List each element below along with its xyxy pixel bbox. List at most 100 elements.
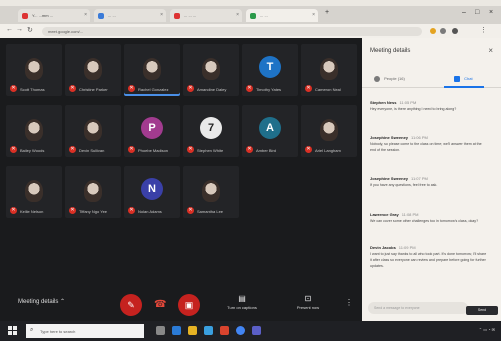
- participant-name: Scott Thomas: [20, 87, 45, 92]
- participant-name: Amandine Daley: [197, 87, 227, 92]
- active-tab-indicator: [444, 86, 484, 88]
- mic-off-button[interactable]: ✎: [120, 294, 142, 316]
- participant-tile[interactable]: ✕ Samantha Lee: [183, 166, 239, 218]
- panel-title: Meeting details: [370, 48, 411, 54]
- taskbar-search-input[interactable]: ⌕ Type here to search: [26, 324, 144, 338]
- participant-tile[interactable]: ✕ Kellie Nelson: [6, 166, 62, 218]
- extension-icon[interactable]: [430, 28, 436, 34]
- close-tab-icon[interactable]: ×: [236, 12, 239, 18]
- participant-tile[interactable]: A ✕ Amber Bird: [242, 105, 298, 157]
- new-tab-icon[interactable]: +: [325, 9, 329, 16]
- participant-video: [25, 119, 43, 141]
- participant-video: [25, 180, 43, 202]
- captions-button[interactable]: ▤ Turn on captions: [222, 294, 262, 310]
- chat-input[interactable]: Send a message to everyone: [368, 302, 468, 314]
- tab-people[interactable]: People (16): [374, 76, 405, 82]
- extension-icon[interactable]: [440, 28, 446, 34]
- participant-name: Nolan Adams: [138, 209, 162, 214]
- mic-muted-icon: ✕: [305, 146, 312, 153]
- author-name: Lawrence Gray: [370, 212, 399, 217]
- minimize-icon[interactable]: –: [462, 9, 466, 16]
- office-icon[interactable]: [220, 326, 229, 335]
- participant-tile[interactable]: T ✕ Timothy Yates: [242, 44, 298, 96]
- edge-icon[interactable]: [172, 326, 181, 335]
- message-author: Josephine Sweeney 11:07 PM: [370, 176, 488, 181]
- participant-name: Tiffany Ngo Yee: [79, 209, 108, 214]
- present-button[interactable]: ⊡ Present now: [288, 294, 328, 310]
- tab-favicon-icon: [250, 13, 256, 19]
- participant-tile[interactable]: N ✕ Nolan Adams: [124, 166, 180, 218]
- windows-taskbar: ⌕ Type here to search ⌃ ▭ ◔ ✉: [0, 321, 501, 341]
- reload-icon[interactable]: ↻: [27, 26, 33, 34]
- maximize-icon[interactable]: □: [475, 9, 479, 16]
- send-button[interactable]: Send: [466, 306, 498, 315]
- participant-name: Ariel Langham: [315, 148, 341, 153]
- teams-icon[interactable]: [252, 326, 261, 335]
- participant-tile[interactable]: ✕ Tiffany Ngo Yee: [65, 166, 121, 218]
- forward-icon[interactable]: →: [16, 26, 23, 33]
- tab-chat-label: Chat: [464, 76, 473, 82]
- browser-menu-icon[interactable]: ⋮: [480, 26, 487, 34]
- tab-title: ... ...: [260, 13, 268, 18]
- meeting-details-button[interactable]: Meeting details ⌃: [18, 298, 65, 305]
- file-explorer-icon[interactable]: [188, 326, 197, 335]
- captions-label: Turn on captions: [227, 305, 257, 310]
- more-options-icon[interactable]: ⋮: [345, 298, 353, 307]
- participant-tile[interactable]: ✕ Scott Thomas: [6, 44, 62, 96]
- close-tab-icon[interactable]: ×: [84, 12, 87, 18]
- participant-avatar: A: [259, 117, 281, 139]
- chat-icon: [454, 76, 460, 82]
- close-tab-icon[interactable]: ×: [312, 12, 315, 18]
- mic-muted-icon: ✕: [69, 85, 76, 92]
- phone-hangup-icon: ☎: [154, 299, 167, 310]
- participant-tile[interactable]: 7 ✕ Stephen White: [183, 105, 239, 157]
- message-time: 11:07 PM: [411, 176, 428, 181]
- participant-tile[interactable]: ✕ Devin Sullivan: [65, 105, 121, 157]
- mic-muted-icon: ✕: [128, 85, 135, 92]
- browser-tab[interactable]: Y... ...mm ... ×: [18, 9, 90, 22]
- message-author: Josephine Sweeney 11:06 PM: [370, 135, 488, 140]
- panel-tabs: People (16) Chat: [362, 70, 501, 88]
- url-field[interactable]: meet.google.com/...: [42, 27, 422, 36]
- participant-name: Amber Bird: [256, 148, 277, 153]
- close-window-icon[interactable]: ×: [489, 9, 493, 16]
- participant-tile[interactable]: ✕ Christine Parker: [65, 44, 121, 96]
- mic-muted-icon: ✕: [69, 146, 76, 153]
- participant-tile[interactable]: P ✕ Phoebe Madison: [124, 105, 180, 157]
- participant-name: Bailey Woods: [20, 148, 45, 153]
- camera-off-button[interactable]: ▣: [178, 294, 200, 316]
- close-icon[interactable]: ×: [488, 46, 493, 55]
- browser-tab[interactable]: ... ... ... ×: [170, 9, 242, 22]
- back-icon[interactable]: ←: [6, 26, 13, 33]
- people-icon: [374, 76, 380, 82]
- end-call-button[interactable]: ☎: [154, 299, 166, 310]
- tab-favicon-icon: [22, 13, 28, 19]
- mic-muted-icon: ✕: [10, 85, 17, 92]
- participant-tile[interactable]: ✕ Amandine Daley: [183, 44, 239, 96]
- browser-tab[interactable]: ... ... ×: [94, 9, 166, 22]
- participant-tile[interactable]: ✕ Ariel Langham: [301, 105, 357, 157]
- message-author: Stephen Ness 11:05 PM: [370, 100, 488, 105]
- mic-muted-icon: ✕: [246, 85, 253, 92]
- message-time: 11:05 PM: [399, 100, 417, 105]
- chrome-icon[interactable]: [236, 326, 245, 335]
- participant-video: [143, 58, 161, 80]
- profile-icon[interactable]: [452, 28, 458, 34]
- message-time: 11:09 PM: [398, 245, 416, 250]
- mic-muted-icon: ✕: [305, 85, 312, 92]
- windows-start-icon[interactable]: [8, 326, 18, 336]
- participant-tile[interactable]: ✕ Rachel Gonzalez: [124, 44, 180, 96]
- store-icon[interactable]: [204, 326, 213, 335]
- tab-title: ... ...: [108, 13, 116, 18]
- close-tab-icon[interactable]: ×: [160, 12, 163, 18]
- participant-tile[interactable]: ✕ Cameron Neal: [301, 44, 357, 96]
- participant-name: Stephen White: [197, 148, 224, 153]
- participant-name: Cameron Neal: [315, 87, 341, 92]
- tab-chat[interactable]: Chat: [454, 76, 473, 82]
- task-view-icon[interactable]: [156, 326, 165, 335]
- browser-tab-active[interactable]: ... ... ×: [246, 9, 318, 22]
- participant-video: [320, 58, 338, 80]
- participant-tile[interactable]: ✕ Bailey Woods: [6, 105, 62, 157]
- search-icon: ⌕: [30, 327, 34, 333]
- mic-muted-icon: ✕: [246, 146, 253, 153]
